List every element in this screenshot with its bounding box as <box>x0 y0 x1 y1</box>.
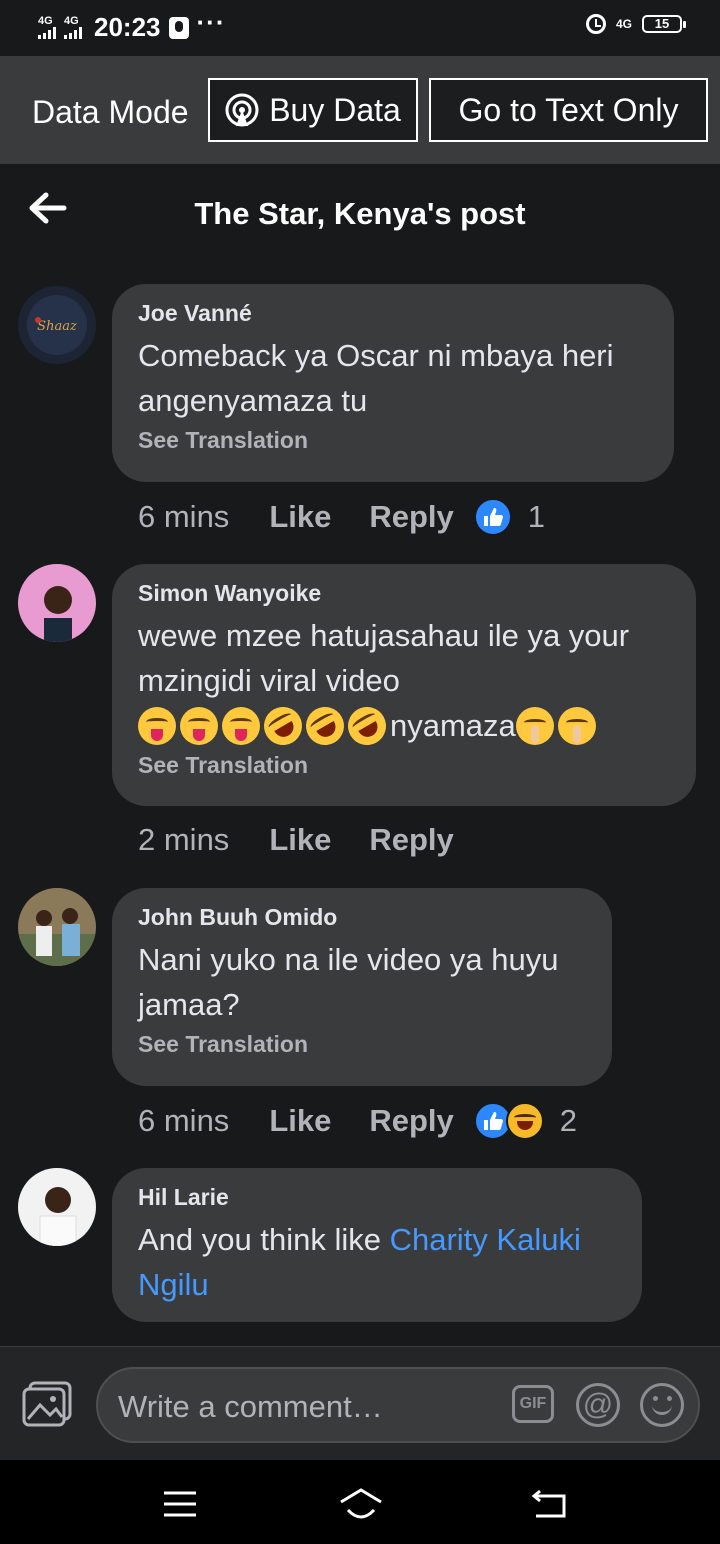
rofl-emoji-icon <box>257 699 309 752</box>
avatar[interactable] <box>18 564 96 642</box>
signal-2: 4G <box>64 16 82 39</box>
see-translation-link[interactable]: See Translation <box>138 1031 584 1058</box>
back-nav-icon[interactable] <box>530 1484 570 1524</box>
comment-bubble[interactable]: Simon Wanyoike wewe mzee hatujasahau ile… <box>112 564 696 806</box>
reaction-summary[interactable]: 2 <box>473 1102 578 1140</box>
menu-icon[interactable] <box>160 1484 200 1524</box>
network-4g-icon: 4G <box>615 17 632 31</box>
emoji-icon[interactable] <box>640 1383 684 1427</box>
comment-text-tail: nyamaza <box>390 708 516 743</box>
comment-actions: 6 mins Like Reply 1 <box>138 498 545 536</box>
comment-text: wewe mzee hatujasahau ile ya your mzingi… <box>138 613 668 752</box>
comment-text: Nani yuko na ile video ya huyu jamaa? <box>138 942 559 1022</box>
reaction-count: 2 <box>559 1103 578 1138</box>
data-mode-banner: Data Mode Buy Data Go to Text Only <box>0 56 720 164</box>
broadcast-icon <box>225 93 259 127</box>
buy-data-label: Buy Data <box>269 91 401 128</box>
like-button[interactable]: Like <box>269 1103 331 1139</box>
haha-reaction-icon <box>505 1102 544 1140</box>
emoji-row: nyamaza <box>138 699 668 752</box>
rofl-emoji-icon <box>341 699 393 752</box>
comment-list: Shaaz Joe Vanné Comeback ya Oscar ni mba… <box>0 264 720 1346</box>
voice-assistant-icon <box>168 16 189 39</box>
comment-input[interactable]: Write a comment… GIF @ <box>96 1367 700 1443</box>
page-title: The Star, Kenya's post <box>194 196 526 231</box>
alarm-icon <box>585 14 606 34</box>
tongue-emoji-icon <box>138 706 176 745</box>
comment-text: Comeback ya Oscar ni mbaya heri angenyam… <box>138 338 614 418</box>
status-bar: 4G 4G 20:23 ··· 4G 15 <box>0 0 720 56</box>
battery-icon: 15 <box>642 15 686 33</box>
clock: 20:23 <box>94 12 161 42</box>
comment-placeholder: Write a comment… <box>118 1389 383 1424</box>
avatar[interactable] <box>18 1168 96 1246</box>
like-reaction-icon <box>473 498 512 536</box>
post-header: The Star, Kenya's post <box>0 164 720 264</box>
tongue-emoji-icon <box>222 706 260 745</box>
mention-icon[interactable]: @ <box>576 1383 620 1427</box>
text-only-label: Go to Text Only <box>458 91 679 128</box>
comment-time: 6 mins <box>138 499 230 534</box>
comment-author[interactable]: Hil Larie <box>138 1184 614 1211</box>
text-only-button[interactable]: Go to Text Only <box>429 78 708 142</box>
rofl-emoji-icon <box>299 699 351 752</box>
comment-text: And you think like Charity Kaluki Ngilu <box>138 1217 614 1307</box>
gif-icon[interactable]: GIF <box>512 1385 554 1423</box>
comment-composer: Write a comment… GIF @ <box>0 1346 720 1461</box>
see-translation-link[interactable]: See Translation <box>138 752 668 779</box>
reply-button[interactable]: Reply <box>369 499 453 535</box>
comment-bubble[interactable]: John Buuh Omido Nani yuko na ile video y… <box>112 888 612 1086</box>
comment-author[interactable]: Simon Wanyoike <box>138 580 668 607</box>
photo-icon[interactable] <box>22 1381 72 1427</box>
comment-author[interactable]: Joe Vanné <box>138 300 646 327</box>
tongue-emoji-icon <box>180 706 218 745</box>
buy-data-button[interactable]: Buy Data <box>208 78 418 142</box>
comment-actions: 6 mins Like Reply 2 <box>138 1102 577 1140</box>
data-mode-label: Data Mode <box>32 94 189 130</box>
more-notifications-icon: ··· <box>196 7 226 37</box>
comment-text-main: wewe mzee hatujasahau ile ya your mzingi… <box>138 618 630 698</box>
shushing-emoji-icon <box>557 706 596 745</box>
comment-time: 2 mins <box>138 822 230 857</box>
reply-button[interactable]: Reply <box>369 1103 453 1139</box>
comment-actions: 2 mins Like Reply <box>138 822 492 858</box>
reply-button[interactable]: Reply <box>369 822 453 858</box>
avatar[interactable] <box>18 888 96 966</box>
comment-author[interactable]: John Buuh Omido <box>138 904 584 931</box>
reaction-summary[interactable]: 1 <box>473 498 546 536</box>
system-nav-bar <box>0 1460 720 1544</box>
like-button[interactable]: Like <box>269 499 331 535</box>
comment-time: 6 mins <box>138 1103 230 1138</box>
signal-1: 4G <box>38 16 56 39</box>
see-translation-link[interactable]: See Translation <box>138 427 646 454</box>
shushing-emoji-icon <box>515 706 554 745</box>
home-icon[interactable] <box>338 1484 384 1524</box>
like-button[interactable]: Like <box>269 822 331 858</box>
comment-bubble[interactable]: Hil Larie And you think like Charity Kal… <box>112 1168 642 1322</box>
svg-text:Shaaz: Shaaz <box>37 319 77 334</box>
comment-bubble[interactable]: Joe Vanné Comeback ya Oscar ni mbaya her… <box>112 284 674 482</box>
reaction-count: 1 <box>527 499 546 534</box>
comment-text-main: And you think like <box>138 1222 390 1257</box>
avatar[interactable]: Shaaz <box>18 286 96 364</box>
